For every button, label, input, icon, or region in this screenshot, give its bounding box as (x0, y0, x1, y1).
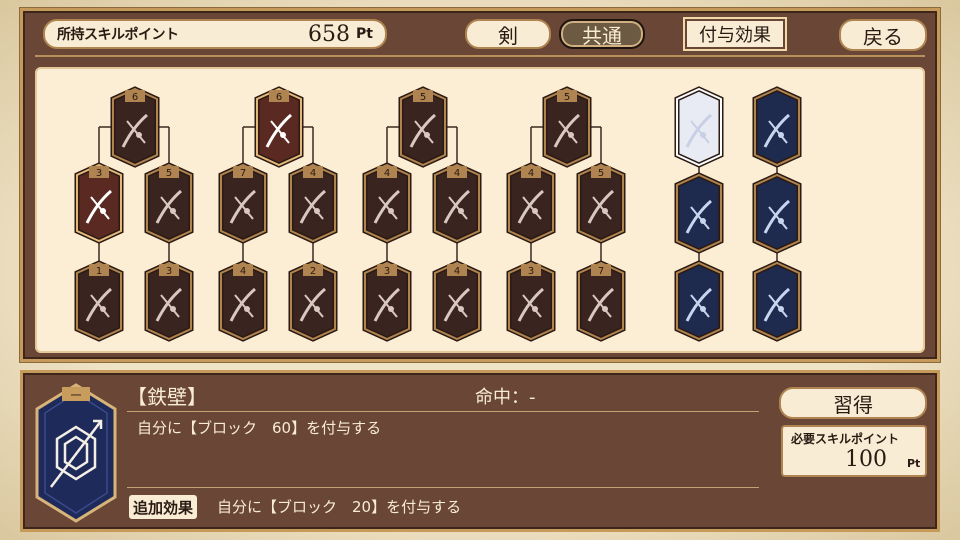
extra-effect-label: 追加効果 (129, 495, 198, 519)
cost-value: 3 (384, 266, 390, 277)
cost-value: 4 (310, 168, 316, 179)
skill-tree-panel: 所持スキルポイント 658 Pt 剣 共通 付与効果 戻る 6 3 1 5 3 6 7 4 4 2… (20, 8, 940, 362)
skill-description: 自分に【ブロック 60】を付与する (137, 419, 382, 437)
selected-skill-card: 一 (35, 383, 117, 523)
skill-node[interactable] (674, 172, 724, 254)
skill-tree: 6 3 1 5 3 6 7 4 4 2 5 4 3 4 4 5 4 3 5 7 (74, 86, 802, 342)
skill-node[interactable]: 3 (144, 260, 194, 342)
skill-node[interactable]: 4 (506, 162, 556, 244)
extra-effect-description: 自分に【ブロック 20】を付与する (217, 498, 462, 516)
skill-node[interactable]: 2 (288, 260, 338, 342)
skill-node[interactable] (752, 172, 802, 254)
cost-value: 3 (166, 266, 172, 277)
skill-node[interactable]: 4 (432, 260, 482, 342)
detail-divider-top (127, 411, 759, 412)
skill-points-value: 658 (308, 21, 351, 47)
learn-button[interactable]: 習得 (779, 387, 927, 419)
cost-value: 7 (598, 266, 604, 277)
required-points-value: 100 (845, 447, 887, 472)
cost-value: 4 (240, 266, 246, 277)
skill-node[interactable]: 5 (576, 162, 626, 244)
skill-node[interactable] (752, 260, 802, 342)
skill-node[interactable]: 5 (542, 86, 592, 168)
skill-node[interactable]: 3 (506, 260, 556, 342)
skill-node[interactable]: 7 (218, 162, 268, 244)
skill-node[interactable] (752, 86, 802, 168)
header-divider (35, 55, 925, 57)
cost-value: 3 (96, 168, 102, 179)
cost-value: 3 (528, 266, 534, 277)
skill-points-display: 所持スキルポイント 658 Pt (43, 19, 387, 49)
cost-value: 4 (454, 168, 460, 179)
skill-tree-area: 6 3 1 5 3 6 7 4 4 2 5 4 3 4 4 5 4 3 5 7 (35, 67, 925, 353)
skill-node[interactable]: 4 (288, 162, 338, 244)
skill-node[interactable]: 1 (74, 260, 124, 342)
skill-node[interactable]: 5 (398, 86, 448, 168)
back-button[interactable]: 戻る (839, 19, 927, 51)
skill-points-unit: Pt (356, 26, 373, 42)
cost-value: 4 (454, 266, 460, 277)
tab-common[interactable]: 共通 (559, 19, 645, 49)
cost-value: 1 (96, 266, 102, 277)
skill-node[interactable]: 5 (144, 162, 194, 244)
cost-value: 7 (240, 168, 246, 179)
skill-node[interactable]: 4 (432, 162, 482, 244)
hit-rate: 命中：- (475, 387, 536, 408)
cost-value: 5 (598, 168, 604, 179)
skill-node[interactable]: 6 (254, 86, 304, 168)
required-points-box: 必要スキルポイント 100 Pt (781, 425, 927, 477)
tab-sword[interactable]: 剣 (465, 19, 551, 49)
cost-value: 5 (420, 92, 426, 103)
cost-value: 6 (132, 92, 138, 103)
skill-name: 【鉄壁】 (127, 385, 207, 409)
skill-node[interactable]: 3 (362, 260, 412, 342)
required-points-label: 必要スキルポイント (791, 432, 900, 446)
cost-value: 5 (166, 168, 172, 179)
skill-node[interactable]: 6 (110, 86, 160, 168)
detail-divider-bottom (127, 487, 759, 488)
cost-value: 4 (528, 168, 534, 179)
cost-value: 2 (310, 266, 316, 277)
skill-node[interactable]: 7 (576, 260, 626, 342)
skill-node[interactable]: 4 (362, 162, 412, 244)
card-mark: 一 (71, 389, 82, 402)
skill-node[interactable] (674, 260, 724, 342)
skill-node[interactable]: 4 (218, 260, 268, 342)
skill-points-label: 所持スキルポイント (57, 27, 179, 43)
skill-node[interactable] (674, 86, 724, 168)
cost-value: 5 (564, 92, 570, 103)
skill-node[interactable]: 3 (74, 162, 124, 244)
cost-value: 6 (276, 92, 282, 103)
required-points-unit: Pt (907, 457, 921, 470)
skill-detail-panel: 一 【鉄壁】 命中：- 自分に【ブロック 60】を付与する 追加効果 自分に【ブ… (20, 370, 940, 532)
effects-button[interactable]: 付与効果 (683, 17, 787, 51)
cost-value: 4 (384, 168, 390, 179)
